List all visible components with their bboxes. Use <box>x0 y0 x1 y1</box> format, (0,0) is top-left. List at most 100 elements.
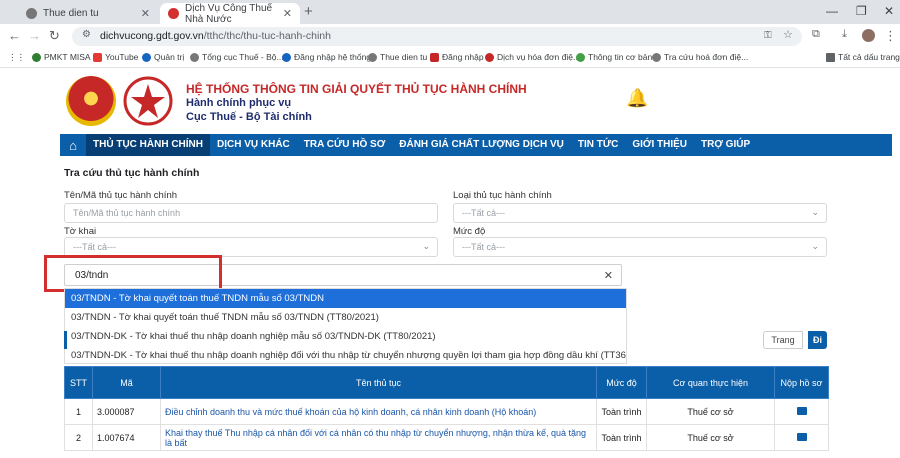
folder-icon <box>796 406 807 415</box>
name-label: Tên/Mã thủ tục hành chính <box>64 190 178 201</box>
page-input[interactable]: Trang <box>763 331 803 349</box>
bookmark-item[interactable]: Tra cứu hoá đơn điệ... <box>652 52 748 62</box>
nav-item-danh-gia[interactable]: ĐÁNH GIÁ CHẤT LƯỢNG DỊCH VỤ <box>392 134 571 156</box>
cell-agency: Thuế cơ sở <box>646 398 775 425</box>
type-label: Loại thủ tục hành chính <box>453 190 552 201</box>
procedure-link[interactable]: Khai thay thuế Thu nhập cá nhân đối với … <box>160 424 597 451</box>
dropdown-option[interactable]: 03/TNDN - Tờ khai quyết toán thuế TNDN m… <box>65 289 626 308</box>
cell-level: Toàn trình <box>596 424 647 451</box>
form-select[interactable]: ---Tất cả--- ⌄ <box>64 237 438 257</box>
procedure-type-select[interactable]: ---Tất cả--- ⌄ <box>453 203 827 223</box>
maximize-icon[interactable]: ❐ <box>856 4 867 18</box>
close-icon[interactable]: ✕ <box>283 7 292 20</box>
bookmark-item[interactable]: Thue dien tu <box>368 52 427 62</box>
forward-icon[interactable]: → <box>28 28 41 43</box>
bookmark-item[interactable]: Đăng nhập hệ thống <box>282 52 371 62</box>
search-dropdown: 03/TNDN - Tờ khai quyết toán thuế TNDN m… <box>64 288 627 364</box>
bookmark-item[interactable]: Quản trị <box>142 52 184 62</box>
column-header: Cơ quan thực hiện <box>646 366 775 399</box>
bookmarks-bar: ⋮⋮ PMKT MISA YouTube Quản trị Tổng cục T… <box>0 48 900 68</box>
submit-folder-button[interactable] <box>774 398 829 425</box>
nav-item-thu-tuc[interactable]: THỦ TỤC HÀNH CHÍNH <box>86 134 210 156</box>
nav-item-tin-tuc[interactable]: TIN TỨC <box>571 134 626 156</box>
results-table: STT Mã Tên thủ tục Mức độ Cơ quan thực h… <box>64 366 829 451</box>
search-button-edge[interactable] <box>64 331 67 349</box>
procedure-link[interactable]: Điều chỉnh doanh thu và mức thuế khoán c… <box>160 398 597 425</box>
star-icon[interactable]: ☆ <box>783 28 793 41</box>
chevron-down-icon: ⌄ <box>422 241 430 251</box>
url-path: /tthc/thc/thu-tuc-hanh-chinh <box>203 30 331 42</box>
nav-item-dich-vu-khac[interactable]: DỊCH VỤ KHÁC <box>210 134 297 156</box>
bookmark-item[interactable]: Dịch vụ hóa đơn điệ... <box>485 52 580 62</box>
bookmark-item[interactable]: YouTube <box>93 52 138 62</box>
cell-stt: 1 <box>64 398 93 425</box>
national-emblem-logo <box>66 76 116 126</box>
tab-title: Dịch Vụ Công Thuế Nhà Nước <box>185 2 273 25</box>
back-icon[interactable]: ← <box>8 28 21 43</box>
table-header-row: STT Mã Tên thủ tục Mức độ Cơ quan thực h… <box>64 366 829 399</box>
bookmark-item[interactable]: Đăng nhập <box>430 52 484 62</box>
close-window-icon[interactable]: ✕ <box>884 4 894 18</box>
procedure-name-input[interactable]: Tên/Mã thủ tục hành chính <box>64 203 438 223</box>
new-tab-icon[interactable]: + <box>304 3 313 20</box>
browser-tab-1[interactable]: Thue dien tu ✕ <box>18 3 158 24</box>
bookmark-folder[interactable]: Tất cả dấu trang <box>826 52 900 62</box>
browser-tab-2[interactable]: Dịch Vụ Công Thuế Nhà Nước ✕ <box>160 2 300 25</box>
table-row: 1 3.000087 Điều chỉnh doanh thu và mức t… <box>64 398 829 425</box>
cell-agency: Thuế cơ sở <box>646 424 775 451</box>
bookmark-item[interactable]: PMKT MISA <box>32 52 91 62</box>
menu-dots-icon[interactable]: ⋮ <box>884 28 897 44</box>
download-icon[interactable]: ⤓ <box>842 28 847 41</box>
site-favicon-icon <box>168 8 179 19</box>
url-input[interactable]: ⚙ dichvucong.gdt.gov.vn/tthc/thc/thu-tuc… <box>72 27 802 46</box>
close-icon[interactable]: ✕ <box>141 7 150 20</box>
home-icon[interactable]: ⌂ <box>60 134 86 156</box>
bell-icon[interactable]: 🔔 <box>626 88 648 109</box>
nav-item-tro-giup[interactable]: TRỢ GIÚP <box>694 134 757 156</box>
clear-icon[interactable]: ✕ <box>604 269 613 282</box>
agency-name: Cục Thuế - Bộ Tài chính <box>186 111 312 123</box>
browser-tab-strip: Thue dien tu ✕ Dịch Vụ Công Thuế Nhà Nướ… <box>0 0 900 25</box>
level-label: Mức độ <box>453 226 486 237</box>
address-bar-row: ← → ↻ ⚙ dichvucong.gdt.gov.vn/tthc/thc/t… <box>0 24 900 48</box>
bookmark-item[interactable]: Thông tin cơ bản <box>576 52 652 62</box>
form-selected-value: ---Tất cả--- <box>73 242 116 252</box>
level-selected-value: ---Tất cả--- <box>462 242 505 252</box>
bookmark-item[interactable]: Tổng cục Thuế - Bộ... <box>190 52 284 62</box>
column-header: Nộp hồ sơ <box>774 366 829 399</box>
site-info-icon[interactable]: ⚙ <box>82 29 91 40</box>
dropdown-option[interactable]: 03/TNDN - Tờ khai quyết toán thuế TNDN m… <box>65 308 626 327</box>
globe-icon <box>26 8 37 19</box>
nav-item-tra-cuu-ho-so[interactable]: TRA CỨU HỒ SƠ <box>297 134 392 156</box>
highlight-annotation <box>44 255 222 292</box>
minimize-icon[interactable]: — <box>826 4 838 18</box>
nav-item-gioi-thieu[interactable]: GIỚI THIỆU <box>625 134 694 156</box>
go-button[interactable]: Đi <box>808 331 827 349</box>
dropdown-option[interactable]: 03/TNDN-DK - Tờ khai thuế thu nhập doanh… <box>65 327 626 346</box>
dropdown-option[interactable]: 03/TNDN-DK - Tờ khai thuế thu nhập doanh… <box>65 346 626 365</box>
table-row: 2 1.007674 Khai thay thuế Thu nhập cá nh… <box>64 424 829 451</box>
reload-icon[interactable]: ↻ <box>49 28 60 44</box>
folder-icon <box>796 432 807 441</box>
level-select[interactable]: ---Tất cả--- ⌄ <box>453 237 827 257</box>
main-nav: ⌂ THỦ TỤC HÀNH CHÍNH DỊCH VỤ KHÁC TRA CỨ… <box>60 134 892 156</box>
cell-level: Toàn trình <box>596 398 647 425</box>
cell-stt: 2 <box>64 424 93 451</box>
column-header: Tên thủ tục <box>160 366 597 399</box>
tax-department-logo <box>123 76 173 126</box>
key-icon[interactable]: ⚿ <box>764 30 772 41</box>
chevron-down-icon: ⌄ <box>811 241 819 251</box>
chevron-down-icon: ⌄ <box>811 207 819 217</box>
cell-code: 1.007674 <box>92 424 161 451</box>
apps-grid-icon[interactable]: ⋮⋮ <box>8 52 25 63</box>
extensions-icon[interactable]: ⧉ <box>812 28 820 41</box>
section-title: Tra cứu thủ tục hành chính <box>64 167 200 179</box>
avatar[interactable] <box>862 29 875 42</box>
cell-code: 3.000087 <box>92 398 161 425</box>
form-label: Tờ khai <box>64 226 97 237</box>
column-header: Mức độ <box>596 366 647 399</box>
type-selected-value: ---Tất cả--- <box>462 208 505 218</box>
submit-folder-button[interactable] <box>774 424 829 451</box>
pager: Trang Đi <box>763 331 827 349</box>
system-subtitle: Hành chính phục vụ <box>186 97 292 109</box>
